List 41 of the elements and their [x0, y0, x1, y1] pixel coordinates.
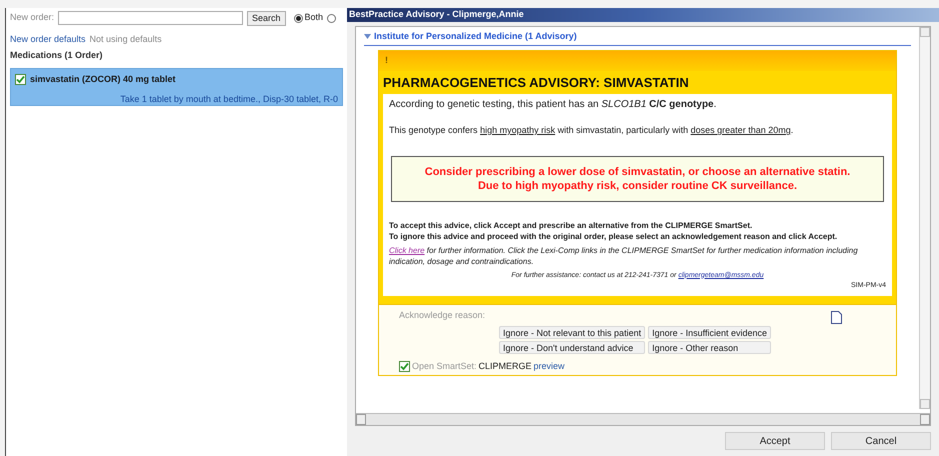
checkbox[interactable] — [399, 360, 410, 372]
group-title: Institute for Personalized Medicine (1 Advisory) — [374, 30, 577, 43]
horizontal-scrollbar[interactable] — [356, 413, 930, 425]
document-icon[interactable] — [831, 310, 842, 324]
risk-text: This genotype confers high myopathy risk with simvastatin, particularly with doses greater than 20mg. — [389, 124, 794, 137]
reason-button[interactable]: Ignore - Insufficient evidence — [648, 326, 771, 338]
acknowledge-label: Acknowledge reason: — [399, 309, 486, 322]
defaults-status: Not using defaults — [90, 33, 162, 46]
genotype-text: According to genetic testing, this patient has an SLCO1B1 C/C genotype. — [389, 98, 718, 112]
order-name: simvastatin (ZOCOR) 40 mg tablet — [30, 73, 176, 86]
reason-button[interactable]: Ignore - Other reason — [648, 340, 771, 354]
defaults-link[interactable]: New order defaults — [10, 33, 86, 46]
search-button[interactable]: Search — [247, 10, 286, 26]
alert-mark: ! — [385, 54, 388, 67]
dialog-button[interactable]: Accept — [725, 432, 825, 450]
section-title: Medications (1 Order) — [9, 48, 104, 62]
order-sig: Take 1 tablet by mouth at bedtime., Disp-30 tablet, R-0 — [120, 92, 338, 106]
click-here-link[interactable]: Click here — [389, 246, 425, 254]
preview-link[interactable]: preview — [534, 360, 565, 373]
advisory-title: PHARMACOGENETICS ADVISORY: SIMVASTATIN — [383, 74, 690, 92]
smartset-name: CLIPMERGE — [478, 360, 532, 372]
radio-button[interactable] — [327, 14, 336, 22]
checkbox[interactable] — [15, 74, 26, 86]
recommendation-text: Due to high myopathy risk, consider routine CK surveillance. — [478, 178, 798, 192]
group-header[interactable]: Institute for Personalized Medicine (1 Advisory) — [364, 30, 911, 46]
vertical-scrollbar[interactable] — [919, 27, 930, 409]
radio-label: Both — [304, 11, 324, 24]
recommendation-text: Consider prescribing a lower dose of simvastatin, or choose an alternative statin. — [424, 164, 850, 178]
info-text: Click here for further information. Click the Lexi-Comp links in the CLIPMERGE SmartSet for further medication information including indication, dosage and contraindications. — [389, 244, 859, 266]
smartset-label: Open SmartSet: — [412, 360, 477, 373]
window-title: BestPractice Advisory - Clipmerge,Annie — [349, 8, 524, 22]
collapse-icon[interactable] — [364, 34, 371, 40]
new-order-field[interactable] — [58, 11, 244, 25]
order-item[interactable]: simvastatin (ZOCOR) 40 mg tablet Take 1 tablet by mouth at bedtime., Disp-30 tablet, R-0 — [10, 68, 343, 106]
new-order-label: New order: — [10, 11, 54, 24]
reason-button[interactable]: Ignore - Don't understand advice — [499, 340, 646, 354]
radio-button[interactable] — [294, 14, 303, 22]
instruction-text: To accept this advice, click Accept and prescribe an alternative from the CLIPMERGE SmartSet. — [389, 220, 754, 230]
dialog-button[interactable]: Cancel — [831, 432, 931, 450]
instruction-text: To ignore this advice and proceed with the original order, please select an acknowledgement reason and click Accept. — [389, 230, 838, 242]
reason-button[interactable]: Ignore - Not relevant to this patient — [499, 326, 646, 338]
